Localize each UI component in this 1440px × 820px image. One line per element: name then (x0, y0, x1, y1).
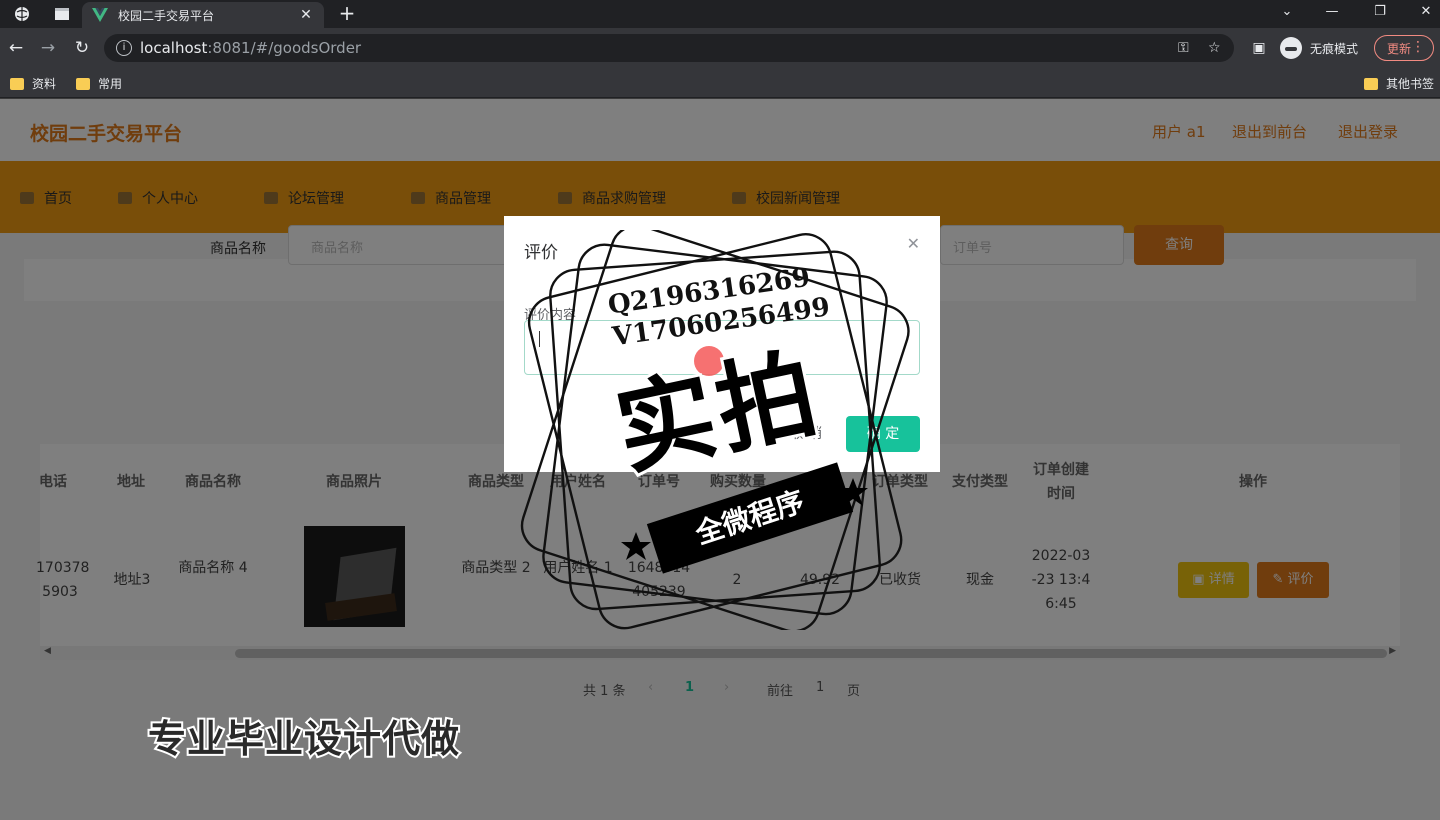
browser-toolbar: ← → ↻ i localhost:8081/#/goodsOrder ⚿ ☆ … (0, 28, 1440, 68)
incognito-icon (1280, 37, 1302, 59)
globe-icon[interactable] (12, 4, 32, 24)
tab-title: 校园二手交易平台 (118, 8, 215, 23)
bookmarks-bar: 资料 常用 其他书签 (0, 68, 1440, 98)
watermark-stamp: Q2196316269 V17060256499 实拍 全微程序 (520, 230, 920, 630)
bookmark-folder-changyong[interactable]: 常用 (76, 75, 122, 92)
new-tab-icon[interactable]: + (336, 3, 358, 23)
menu-dots-icon[interactable]: ⋮ (1411, 39, 1425, 55)
update-label: 更新 (1387, 41, 1412, 56)
site-info-icon[interactable]: i (116, 40, 132, 56)
forward-icon[interactable]: → (38, 38, 58, 58)
side-panel-icon[interactable]: ▣ (1249, 38, 1269, 58)
other-bookmarks-label: 其他书签 (1386, 77, 1435, 91)
folder-icon (10, 77, 24, 90)
url-path: :8081/#/goodsOrder (207, 39, 362, 57)
bookmark-label: 常用 (98, 77, 123, 91)
bookmark-label: 资料 (32, 77, 57, 91)
window-icon[interactable] (52, 4, 72, 24)
minimize-icon[interactable]: — (1322, 4, 1342, 19)
folder-icon (76, 77, 90, 90)
tab-close-icon[interactable]: ✕ (298, 7, 314, 23)
tab-search-icon[interactable]: ⌄ (1277, 4, 1297, 19)
browser-tabbar: 校园二手交易平台 ✕ + ⌄ — ❐ ✕ (0, 0, 1440, 28)
key-icon[interactable]: ⚿ (1178, 34, 1189, 62)
close-window-icon[interactable]: ✕ (1416, 4, 1436, 19)
update-button[interactable]: 更新 ⋮ (1374, 35, 1434, 61)
folder-icon (1364, 77, 1378, 90)
bookmark-folder-ziliao[interactable]: 资料 (10, 75, 56, 92)
incognito-indicator[interactable]: 无痕模式 (1280, 36, 1358, 60)
url-host: localhost (140, 39, 208, 57)
other-bookmarks[interactable]: 其他书签 (1364, 75, 1434, 92)
promo-text: 专业毕业设计代做 (146, 715, 461, 763)
star-icon[interactable]: ☆ (1208, 34, 1221, 62)
address-bar[interactable]: i localhost:8081/#/goodsOrder ⚿ ☆ (104, 34, 1234, 62)
browser-tab-active[interactable]: 校园二手交易平台 ✕ (82, 2, 324, 28)
back-icon[interactable]: ← (6, 38, 26, 58)
vue-logo-icon (92, 8, 108, 22)
incognito-label: 无痕模式 (1310, 41, 1359, 56)
restore-icon[interactable]: ❐ (1370, 4, 1390, 19)
reload-icon[interactable]: ↻ (72, 38, 92, 58)
